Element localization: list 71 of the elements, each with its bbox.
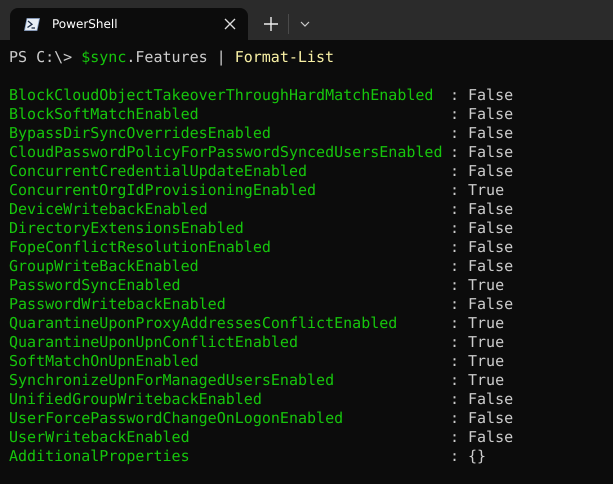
property-name: SoftMatchOnUpnEnabled	[9, 352, 200, 371]
property-name: QuarantineUponUpnConflictEnabled	[9, 333, 299, 352]
property-name: GroupWriteBackEnabled	[9, 257, 200, 276]
property-name: SynchronizeUpnForManagedUsersEnabled	[9, 371, 336, 390]
property-value: False	[468, 428, 514, 447]
property-name: QuarantineUponProxyAddressesConflictEnabled	[9, 314, 398, 333]
property-value: False	[468, 124, 514, 143]
property-name: AdditionalProperties	[9, 447, 191, 466]
separator-text: :	[450, 86, 460, 105]
separator-text: :	[450, 200, 460, 219]
property-name: ConcurrentOrgIdProvisioningEnabled	[9, 181, 318, 200]
separator-text: :	[450, 162, 460, 181]
property-name: PasswordWritebackEnabled	[9, 295, 227, 314]
separator-text: :	[450, 428, 460, 447]
command-text: PS C:\>	[9, 48, 72, 67]
separator-text: :	[450, 314, 460, 333]
property-value: True	[468, 276, 504, 295]
property-value: False	[468, 238, 514, 257]
new-tab-icon[interactable]	[264, 17, 278, 31]
command-text: $sync	[81, 48, 126, 67]
property-value: False	[468, 86, 514, 105]
property-value: False	[468, 200, 514, 219]
property-value: True	[468, 181, 504, 200]
property-name: FopeConflictResolutionEnabled	[9, 238, 272, 257]
property-value: False	[468, 105, 514, 124]
property-value: False	[468, 390, 514, 409]
command-text: .Features	[126, 48, 208, 67]
property-value: True	[468, 333, 504, 352]
property-name: DirectoryExtensionsEnabled	[9, 219, 245, 238]
close-icon[interactable]	[224, 18, 236, 30]
separator-text: :	[450, 257, 460, 276]
separator-text: :	[450, 124, 460, 143]
separator-text: :	[450, 143, 460, 162]
property-value: True	[468, 352, 504, 371]
property-name: BypassDirSyncOverridesEnabled	[9, 124, 272, 143]
property-name: DeviceWritebackEnabled	[9, 200, 209, 219]
separator-text: :	[450, 447, 460, 466]
separator-text: :	[450, 276, 460, 295]
property-name: UserWritebackEnabled	[9, 428, 191, 447]
separator-text: :	[450, 295, 460, 314]
property-value: False	[468, 257, 514, 276]
property-value: {}	[468, 447, 486, 466]
property-name: BlockSoftMatchEnabled	[9, 105, 200, 124]
terminal-tab[interactable]: PowerShell	[10, 8, 248, 40]
separator-text: :	[450, 333, 460, 352]
separator-text: :	[450, 371, 460, 390]
property-value: False	[468, 295, 514, 314]
property-name: BlockCloudObjectTakeoverThroughHardMatchEnabled	[9, 86, 434, 105]
property-name: UnifiedGroupWritebackEnabled	[9, 390, 263, 409]
separator-text: :	[450, 390, 460, 409]
separator-text: :	[450, 352, 460, 371]
property-value: True	[468, 314, 504, 333]
separator-text: :	[450, 105, 460, 124]
property-value: False	[468, 409, 514, 428]
property-name: UserForcePasswordChangeOnLogonEnabled	[9, 409, 344, 428]
property-value: False	[468, 143, 514, 162]
property-value: False	[468, 219, 514, 238]
property-name: ConcurrentCredentialUpdateEnabled	[9, 162, 308, 181]
property-name: CloudPasswordPolicyForPasswordSyncedUsersEnabled	[9, 143, 444, 162]
property-name: PasswordSyncEnabled	[9, 276, 182, 295]
separator-text: :	[450, 219, 460, 238]
caret-icon[interactable]	[300, 21, 310, 27]
separator-text: :	[450, 181, 460, 200]
command-text: Format-List	[234, 48, 334, 67]
property-value: True	[468, 371, 504, 390]
separator-text: :	[450, 238, 460, 257]
property-value: False	[468, 162, 514, 181]
powershell-icon	[24, 18, 40, 30]
separator-text: :	[450, 409, 460, 428]
command-text: |	[216, 48, 226, 67]
tab-title: PowerShell	[52, 17, 119, 31]
